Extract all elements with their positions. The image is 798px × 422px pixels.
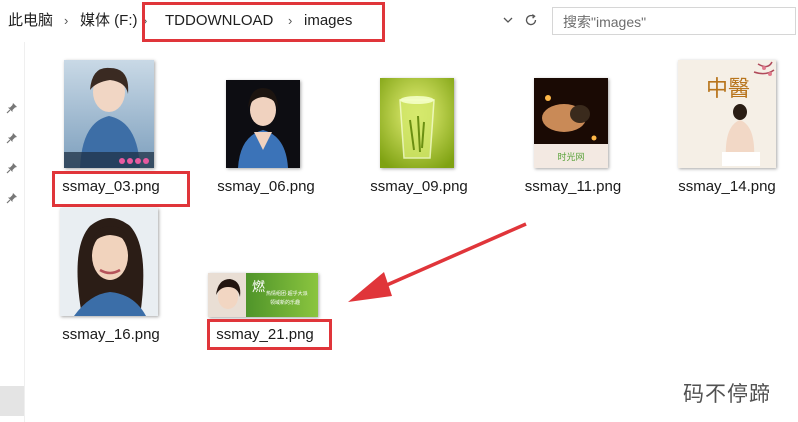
breadcrumb-tddownload[interactable]: TDDOWNLOAD xyxy=(165,12,273,30)
file-thumbnail-ssmay-16[interactable] xyxy=(60,208,158,316)
refresh-icon[interactable] xyxy=(520,9,542,31)
breadcrumb-drive[interactable]: 媒体 (F:) xyxy=(80,12,138,30)
address-bar: 此电脑 › 媒体 (F:) › TDDOWNLOAD › images xyxy=(0,0,798,42)
file-name-label[interactable]: ssmay_03.png xyxy=(36,178,186,195)
file-thumbnail-ssmay-06[interactable] xyxy=(226,80,300,168)
breadcrumb-this-pc[interactable]: 此电脑 xyxy=(8,12,53,30)
file-name-label[interactable]: ssmay_14.png xyxy=(652,178,798,195)
thumb-title-text: 中醫 xyxy=(706,77,750,102)
breadcrumb-separator-icon[interactable]: › xyxy=(64,13,68,28)
file-thumbnail-ssmay-11[interactable]: 时光网 xyxy=(534,78,608,168)
file-name-label[interactable]: ssmay_11.png xyxy=(498,178,648,195)
file-thumbnail-ssmay-14[interactable]: 中醫 xyxy=(678,60,776,168)
file-name-label[interactable]: ssmay_21.png xyxy=(190,326,340,343)
file-thumbnail-ssmay-03[interactable] xyxy=(64,60,154,168)
search-box[interactable] xyxy=(552,7,796,35)
thumb-sub-text: 热情组团·超乎大派 xyxy=(266,290,308,297)
thumb-logo-text: 时光网 xyxy=(557,151,584,163)
file-name-label[interactable]: ssmay_09.png xyxy=(344,178,494,195)
search-input[interactable] xyxy=(561,11,785,33)
thumb-sub-text: 领域新的乐趣 xyxy=(270,299,300,306)
breadcrumb-images[interactable]: images xyxy=(304,12,352,30)
annotation-arrow-icon xyxy=(348,222,527,302)
file-name-label[interactable]: ssmay_06.png xyxy=(191,178,341,195)
pin-icon[interactable] xyxy=(5,162,19,176)
chevron-down-icon[interactable] xyxy=(497,9,519,31)
nav-selected-item[interactable] xyxy=(0,386,24,416)
pin-icon[interactable] xyxy=(5,132,19,146)
file-thumbnail-ssmay-21[interactable]: 燃 热情组团·超乎大派 领域新的乐趣 xyxy=(208,273,318,317)
watermark-text: 码不停蹄 xyxy=(683,382,771,406)
thumb-main-text: 燃 xyxy=(252,279,265,295)
navigation-pane xyxy=(0,42,25,422)
breadcrumb-separator-icon[interactable]: › xyxy=(288,13,292,28)
pin-icon[interactable] xyxy=(5,192,19,206)
file-thumbnail-ssmay-09[interactable] xyxy=(380,78,454,168)
file-name-label[interactable]: ssmay_16.png xyxy=(36,326,186,343)
pin-icon[interactable] xyxy=(5,102,19,116)
